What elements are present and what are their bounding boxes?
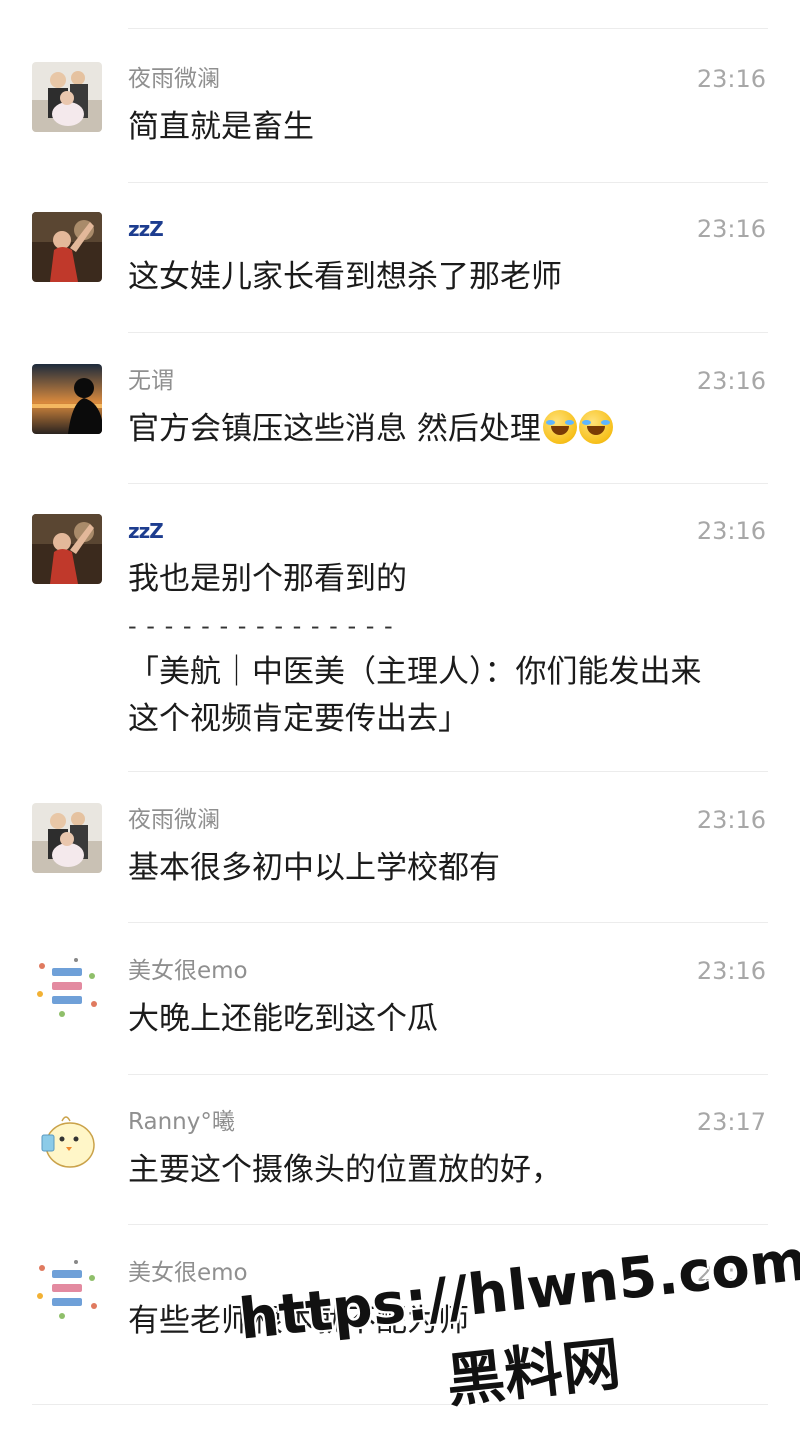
laughing-crying-emoji-icon — [542, 410, 577, 444]
avatar[interactable] — [32, 62, 102, 132]
comment-line: 这女娃儿家长看到想杀了那老师 — [128, 259, 562, 295]
girl-photo-avatar — [32, 212, 102, 282]
comment-line: 官方会镇压这些消息 然后处理 — [128, 406, 768, 453]
comment-username[interactable]: 美女很emo — [128, 956, 248, 986]
comment-username[interactable]: 无谓 — [128, 366, 174, 396]
avatar[interactable] — [32, 364, 102, 434]
divider — [128, 1074, 768, 1075]
comment-username[interactable]: 美女很emo — [128, 1258, 248, 1288]
divider — [128, 182, 768, 183]
comment-quote-line: 「美航｜中医美（主理人）：你们能发出来 — [128, 654, 702, 690]
couple-photo-avatar — [32, 803, 102, 873]
comment-line: 简直就是畜生 — [128, 109, 314, 145]
comment-separator-line: - - - - - - - - - - - - - - - — [128, 612, 394, 640]
comment-time: 23:17 — [696, 1259, 766, 1287]
comment-text: 基本很多初中以上学校都有 — [128, 845, 768, 892]
comment-quote-line: 这个视频肯定要传出去」 — [128, 701, 469, 737]
comment-line: 主要这个摄像头的位置放的好， — [128, 1152, 562, 1188]
top-divider — [128, 28, 768, 29]
divider — [32, 1404, 768, 1405]
comment-time: 23:16 — [696, 215, 766, 243]
comment-username[interactable]: Ranny°曦 — [128, 1107, 235, 1137]
comment-time: 23:16 — [696, 367, 766, 395]
username-text[interactable]: zzZ — [128, 519, 164, 543]
divider — [128, 332, 768, 333]
comment-username[interactable]: 夜雨微澜 — [128, 64, 220, 94]
comment-line: 我也是别个那看到的 — [128, 561, 407, 597]
cartoon-chick-avatar — [32, 1105, 102, 1175]
avatar[interactable] — [32, 212, 102, 282]
comment-time: 23:16 — [696, 957, 766, 985]
comment-text: 简直就是畜生 — [128, 104, 768, 151]
sunset-silhouette-avatar — [32, 364, 102, 434]
comment-line-text: 官方会镇压这些消息 然后处理 — [128, 411, 541, 447]
sticker-text-avatar — [32, 1256, 102, 1326]
avatar[interactable] — [32, 1105, 102, 1175]
avatar[interactable] — [32, 803, 102, 873]
comment-text: 有些老师根本就不配为师 — [128, 1298, 768, 1345]
comment-time: 23:17 — [696, 1108, 766, 1136]
comment-text: 我也是别个那看到的 - - - - - - - - - - - - - - - … — [128, 556, 768, 743]
comment-username[interactable]: 夜雨微澜 — [128, 805, 220, 835]
sticker-text-avatar — [32, 954, 102, 1024]
laughing-crying-emoji-icon — [578, 410, 613, 444]
avatar[interactable] — [32, 514, 102, 584]
avatar[interactable] — [32, 954, 102, 1024]
avatar[interactable] — [32, 1256, 102, 1326]
couple-photo-avatar — [32, 62, 102, 132]
username-text[interactable]: zzZ — [128, 217, 164, 241]
comment-username[interactable]: zzZ — [128, 214, 164, 244]
comment-text: 官方会镇压这些消息 然后处理 — [128, 406, 768, 453]
divider — [128, 1224, 768, 1225]
comment-line: 基本很多初中以上学校都有 — [128, 850, 500, 886]
divider — [128, 483, 768, 484]
comment-line: 有些老师根本就不配为师 — [128, 1303, 469, 1339]
comment-time: 23:16 — [696, 65, 766, 93]
comment-line: 大晚上还能吃到这个瓜 — [128, 1001, 438, 1037]
comment-time: 23:16 — [696, 806, 766, 834]
girl-photo-avatar — [32, 514, 102, 584]
comment-username[interactable]: zzZ — [128, 516, 164, 546]
divider — [128, 922, 768, 923]
divider — [128, 771, 768, 772]
comment-time: 23:16 — [696, 517, 766, 545]
comment-text: 大晚上还能吃到这个瓜 — [128, 996, 768, 1043]
comment-text: 主要这个摄像头的位置放的好， — [128, 1147, 768, 1194]
comment-text: 这女娃儿家长看到想杀了那老师 — [128, 254, 768, 301]
